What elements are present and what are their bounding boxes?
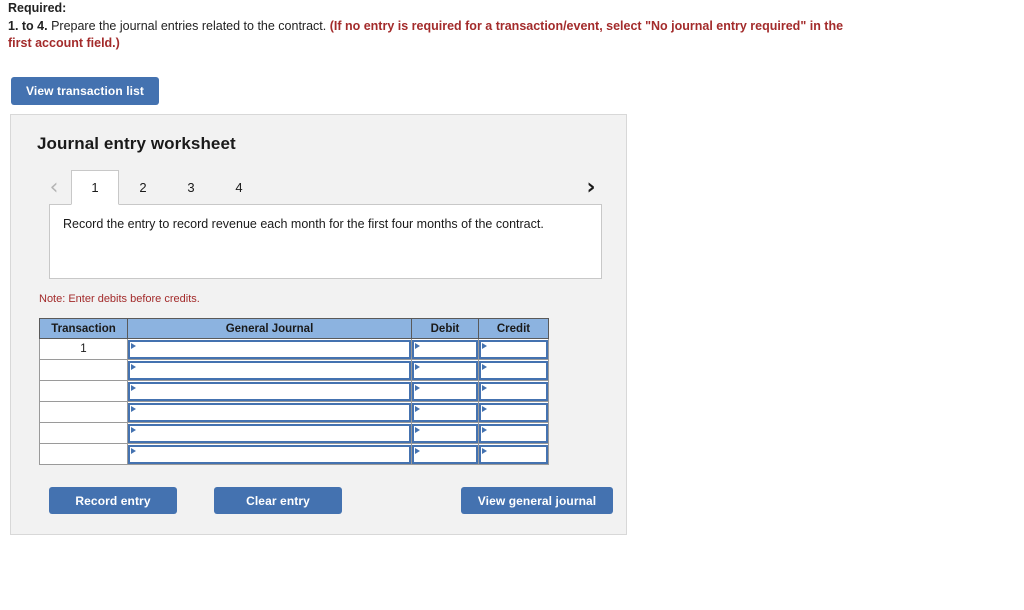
debit-cell[interactable] xyxy=(411,380,479,402)
debit-cell[interactable] xyxy=(411,443,479,465)
credit-input[interactable] xyxy=(479,402,548,422)
account-input[interactable] xyxy=(128,360,411,380)
table-row xyxy=(39,443,549,465)
credit-input[interactable] xyxy=(479,381,548,401)
column-header-general-journal: General Journal xyxy=(127,318,412,339)
debit-input[interactable] xyxy=(412,381,478,401)
tab-2[interactable]: 2 xyxy=(119,170,167,205)
credit-cell[interactable] xyxy=(478,443,549,465)
tab-4[interactable]: 4 xyxy=(215,170,263,205)
clear-entry-button[interactable]: Clear entry xyxy=(214,487,342,514)
requirement-body: Prepare the journal entries related to t… xyxy=(47,19,330,33)
debit-cell[interactable] xyxy=(411,359,479,381)
requirement-number: 1. to 4. xyxy=(8,19,48,33)
view-transaction-list-button[interactable]: View transaction list xyxy=(11,77,159,105)
table-row: 1 xyxy=(39,338,549,360)
table-row xyxy=(39,401,549,423)
credit-input[interactable] xyxy=(479,339,548,359)
account-input[interactable] xyxy=(128,423,411,443)
tab-1[interactable]: 1 xyxy=(71,170,119,205)
debit-input[interactable] xyxy=(412,444,478,464)
debit-input[interactable] xyxy=(412,360,478,380)
account-input[interactable] xyxy=(128,402,411,422)
table-row xyxy=(39,422,549,444)
column-header-debit: Debit xyxy=(411,318,479,339)
debit-cell[interactable] xyxy=(411,338,479,360)
tab-strip: 1 2 3 4 xyxy=(71,170,263,205)
required-label: Required: xyxy=(8,1,67,15)
transaction-number-cell xyxy=(39,422,128,444)
general-journal-cell[interactable] xyxy=(127,422,412,444)
general-journal-cell[interactable] xyxy=(127,338,412,360)
account-input[interactable] xyxy=(128,444,411,464)
general-journal-cell[interactable] xyxy=(127,380,412,402)
journal-entry-worksheet-panel: Journal entry worksheet ‹ 1 2 3 4 › Reco… xyxy=(10,114,627,535)
debit-input[interactable] xyxy=(412,339,478,359)
requirement-text: 1. to 4. Prepare the journal entries rel… xyxy=(8,19,843,50)
credit-input[interactable] xyxy=(479,360,548,380)
tab-content-panel: Record the entry to record revenue each … xyxy=(49,204,602,279)
account-input[interactable] xyxy=(128,339,411,359)
instructions-block: Required: 1. to 4. Prepare the journal e… xyxy=(8,0,870,52)
view-general-journal-button[interactable]: View general journal xyxy=(461,487,613,514)
credit-cell[interactable] xyxy=(478,380,549,402)
general-journal-cell[interactable] xyxy=(127,359,412,381)
table-row xyxy=(39,380,549,402)
debits-before-credits-note: Note: Enter debits before credits. xyxy=(39,293,200,305)
credit-cell[interactable] xyxy=(478,338,549,360)
debit-cell[interactable] xyxy=(411,401,479,423)
column-header-transaction: Transaction xyxy=(39,318,128,339)
worksheet-title: Journal entry worksheet xyxy=(37,134,236,153)
journal-entry-table: Transaction General Journal Debit Credit… xyxy=(39,318,549,465)
general-journal-cell[interactable] xyxy=(127,401,412,423)
table-header-row: Transaction General Journal Debit Credit xyxy=(39,318,549,339)
debit-input[interactable] xyxy=(412,402,478,422)
column-header-credit: Credit xyxy=(478,318,549,339)
transaction-number-cell: 1 xyxy=(39,338,128,360)
worksheet-tabs-row: ‹ 1 2 3 4 › xyxy=(37,170,603,205)
record-entry-button[interactable]: Record entry xyxy=(49,487,177,514)
transaction-number-cell xyxy=(39,443,128,465)
tab-3[interactable]: 3 xyxy=(167,170,215,205)
credit-input[interactable] xyxy=(479,444,548,464)
credit-cell[interactable] xyxy=(478,401,549,423)
account-input[interactable] xyxy=(128,381,411,401)
table-row xyxy=(39,359,549,381)
debit-cell[interactable] xyxy=(411,422,479,444)
transaction-number-cell xyxy=(39,401,128,423)
general-journal-cell[interactable] xyxy=(127,443,412,465)
debit-input[interactable] xyxy=(412,423,478,443)
credit-cell[interactable] xyxy=(478,422,549,444)
chevron-right-icon[interactable]: › xyxy=(579,170,603,205)
credit-cell[interactable] xyxy=(478,359,549,381)
tab-description: Record the entry to record revenue each … xyxy=(63,217,544,231)
credit-input[interactable] xyxy=(479,423,548,443)
transaction-number-cell xyxy=(39,380,128,402)
transaction-number-cell xyxy=(39,359,128,381)
chevron-left-icon[interactable]: ‹ xyxy=(42,170,66,205)
